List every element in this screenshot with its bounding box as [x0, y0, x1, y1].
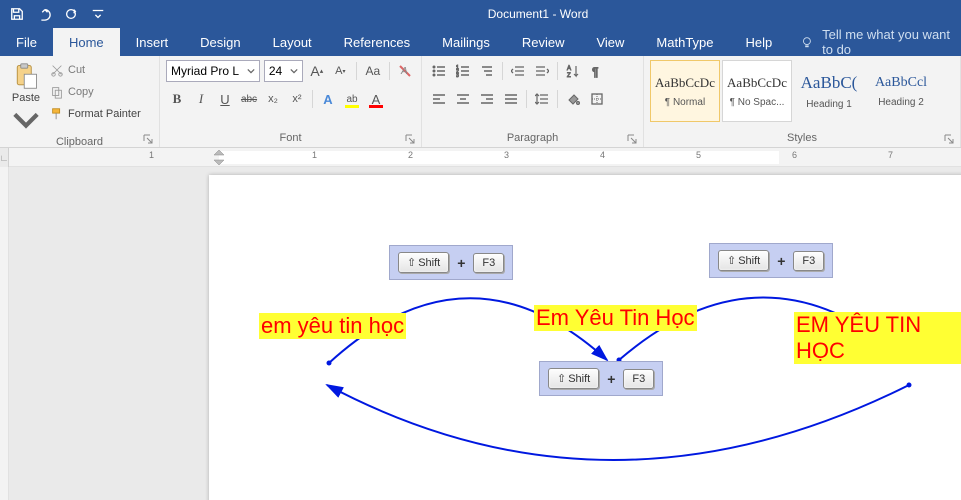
shrink-font-button[interactable]: A▾	[331, 61, 351, 81]
font-group: Myriad Pro L 24 A▴ A▾ Aa A B I U abc x₂ …	[160, 56, 422, 147]
undo-button[interactable]	[31, 2, 57, 26]
tab-layout[interactable]: Layout	[257, 28, 328, 56]
tab-design[interactable]: Design	[184, 28, 256, 56]
clipboard-launcher[interactable]	[143, 131, 157, 145]
svg-text:3: 3	[456, 73, 459, 78]
quick-access-toolbar	[0, 2, 115, 26]
underline-button[interactable]: U	[214, 88, 236, 110]
show-marks-button[interactable]: ¶	[586, 60, 608, 82]
copy-button[interactable]: Copy	[50, 82, 141, 102]
keyboard-shortcut-3: ⇧ Shift + F3	[539, 361, 663, 396]
increase-indent-button[interactable]	[531, 60, 553, 82]
horizontal-ruler[interactable]: ∟ 1 1 2 3 4 5 6 7	[0, 148, 961, 167]
align-left-button[interactable]	[428, 88, 450, 110]
tab-view[interactable]: View	[580, 28, 640, 56]
numbering-button[interactable]: 123	[452, 60, 474, 82]
demo-text-uppercase: EM YÊU TIN HỌC	[794, 312, 961, 364]
justify-button[interactable]	[500, 88, 522, 110]
style-no-spacing[interactable]: AaBbCcDc ¶ No Spac...	[722, 60, 792, 122]
ribbon-tabs: File Home Insert Design Layout Reference…	[0, 28, 961, 56]
app-name: Word	[560, 7, 588, 21]
shift-key-icon: ⇧ Shift	[718, 250, 769, 271]
svg-text:A: A	[400, 66, 408, 77]
save-button[interactable]	[4, 2, 30, 26]
chevron-down-icon	[247, 67, 255, 75]
f3-key-icon: F3	[793, 251, 824, 271]
tell-me-search[interactable]: Tell me what you want to do	[788, 28, 961, 56]
tab-mailings[interactable]: Mailings	[426, 28, 506, 56]
paragraph-launcher[interactable]	[627, 131, 641, 145]
clipboard-group: Paste Cut Copy Format Painter Clipboard	[0, 56, 160, 147]
cut-button[interactable]: Cut	[50, 60, 141, 80]
subscript-button[interactable]: x₂	[262, 88, 284, 110]
redo-button[interactable]	[58, 2, 84, 26]
styles-launcher[interactable]	[944, 131, 958, 145]
grow-font-button[interactable]: A▴	[307, 61, 327, 81]
vertical-ruler[interactable]	[0, 167, 9, 500]
font-color-button[interactable]: A	[365, 88, 387, 110]
tab-mathtype[interactable]: MathType	[640, 28, 729, 56]
highlight-color-button[interactable]: ab	[341, 88, 363, 110]
multilevel-list-button[interactable]	[476, 60, 498, 82]
svg-text:Z: Z	[567, 73, 571, 78]
paragraph-group: 123 AZ ¶ Paragraph	[422, 56, 644, 147]
italic-button[interactable]: I	[190, 88, 212, 110]
tell-me-placeholder: Tell me what you want to do	[822, 27, 961, 57]
svg-text:¶: ¶	[592, 65, 598, 78]
bullets-button[interactable]	[428, 60, 450, 82]
line-spacing-button[interactable]	[531, 88, 553, 110]
keyboard-shortcut-2: ⇧ Shift + F3	[709, 243, 833, 278]
font-family-select[interactable]: Myriad Pro L	[166, 60, 260, 82]
svg-text:A: A	[567, 66, 571, 72]
tab-home[interactable]: Home	[53, 28, 120, 56]
align-right-button[interactable]	[476, 88, 498, 110]
keyboard-shortcut-1: ⇧ Shift + F3	[389, 245, 513, 280]
strikethrough-button[interactable]: abc	[238, 88, 260, 110]
shift-key-icon: ⇧ Shift	[398, 252, 449, 273]
style-normal[interactable]: AaBbCcDc ¶ Normal	[650, 60, 720, 122]
superscript-button[interactable]: x²	[286, 88, 308, 110]
style-heading-1[interactable]: AaBbC( Heading 1	[794, 60, 864, 122]
paste-button[interactable]: Paste	[6, 60, 46, 134]
format-painter-button[interactable]: Format Painter	[50, 104, 141, 124]
change-case-button[interactable]: Aa	[363, 61, 383, 81]
title-bar: Document1 - Word	[0, 0, 961, 28]
align-center-button[interactable]	[452, 88, 474, 110]
demo-text-titlecase: Em Yêu Tin Học	[534, 305, 697, 331]
document-name: Document1	[488, 7, 549, 21]
window-title: Document1 - Word	[115, 7, 961, 21]
styles-group: AaBbCcDc ¶ Normal AaBbCcDc ¶ No Spac... …	[644, 56, 961, 147]
indent-marker-icon[interactable]	[214, 148, 234, 167]
qat-customize[interactable]	[85, 2, 111, 26]
clear-formatting-button[interactable]: A	[396, 61, 416, 81]
sort-button[interactable]: AZ	[562, 60, 584, 82]
tab-review[interactable]: Review	[506, 28, 581, 56]
styles-group-label: Styles	[650, 130, 954, 147]
decrease-indent-button[interactable]	[507, 60, 529, 82]
text-effects-button[interactable]: A	[317, 88, 339, 110]
document-page[interactable]: em yêu tin học Em Yêu Tin Học EM YÊU TIN…	[209, 175, 961, 500]
shift-key-icon: ⇧ Shift	[548, 368, 599, 389]
bold-button[interactable]: B	[166, 88, 188, 110]
ribbon: Paste Cut Copy Format Painter Clipboard …	[0, 56, 961, 148]
tab-help[interactable]: Help	[730, 28, 789, 56]
document-workspace: em yêu tin học Em Yêu Tin Học EM YÊU TIN…	[9, 167, 961, 500]
shading-button[interactable]	[562, 88, 584, 110]
font-group-label: Font	[166, 130, 415, 147]
chevron-down-icon	[12, 106, 40, 134]
f3-key-icon: F3	[623, 369, 654, 389]
font-launcher[interactable]	[405, 131, 419, 145]
tab-insert[interactable]: Insert	[120, 28, 185, 56]
paragraph-group-label: Paragraph	[428, 130, 637, 147]
borders-button[interactable]	[586, 88, 608, 110]
f3-key-icon: F3	[473, 253, 504, 273]
tab-file[interactable]: File	[0, 28, 53, 56]
chevron-down-icon	[290, 67, 298, 75]
demo-text-lowercase: em yêu tin học	[259, 313, 406, 339]
lightbulb-icon	[800, 34, 814, 50]
paste-label: Paste	[12, 92, 40, 104]
font-size-select[interactable]: 24	[264, 60, 303, 82]
style-heading-2[interactable]: AaBbCcl Heading 2	[866, 60, 936, 122]
tab-references[interactable]: References	[328, 28, 426, 56]
